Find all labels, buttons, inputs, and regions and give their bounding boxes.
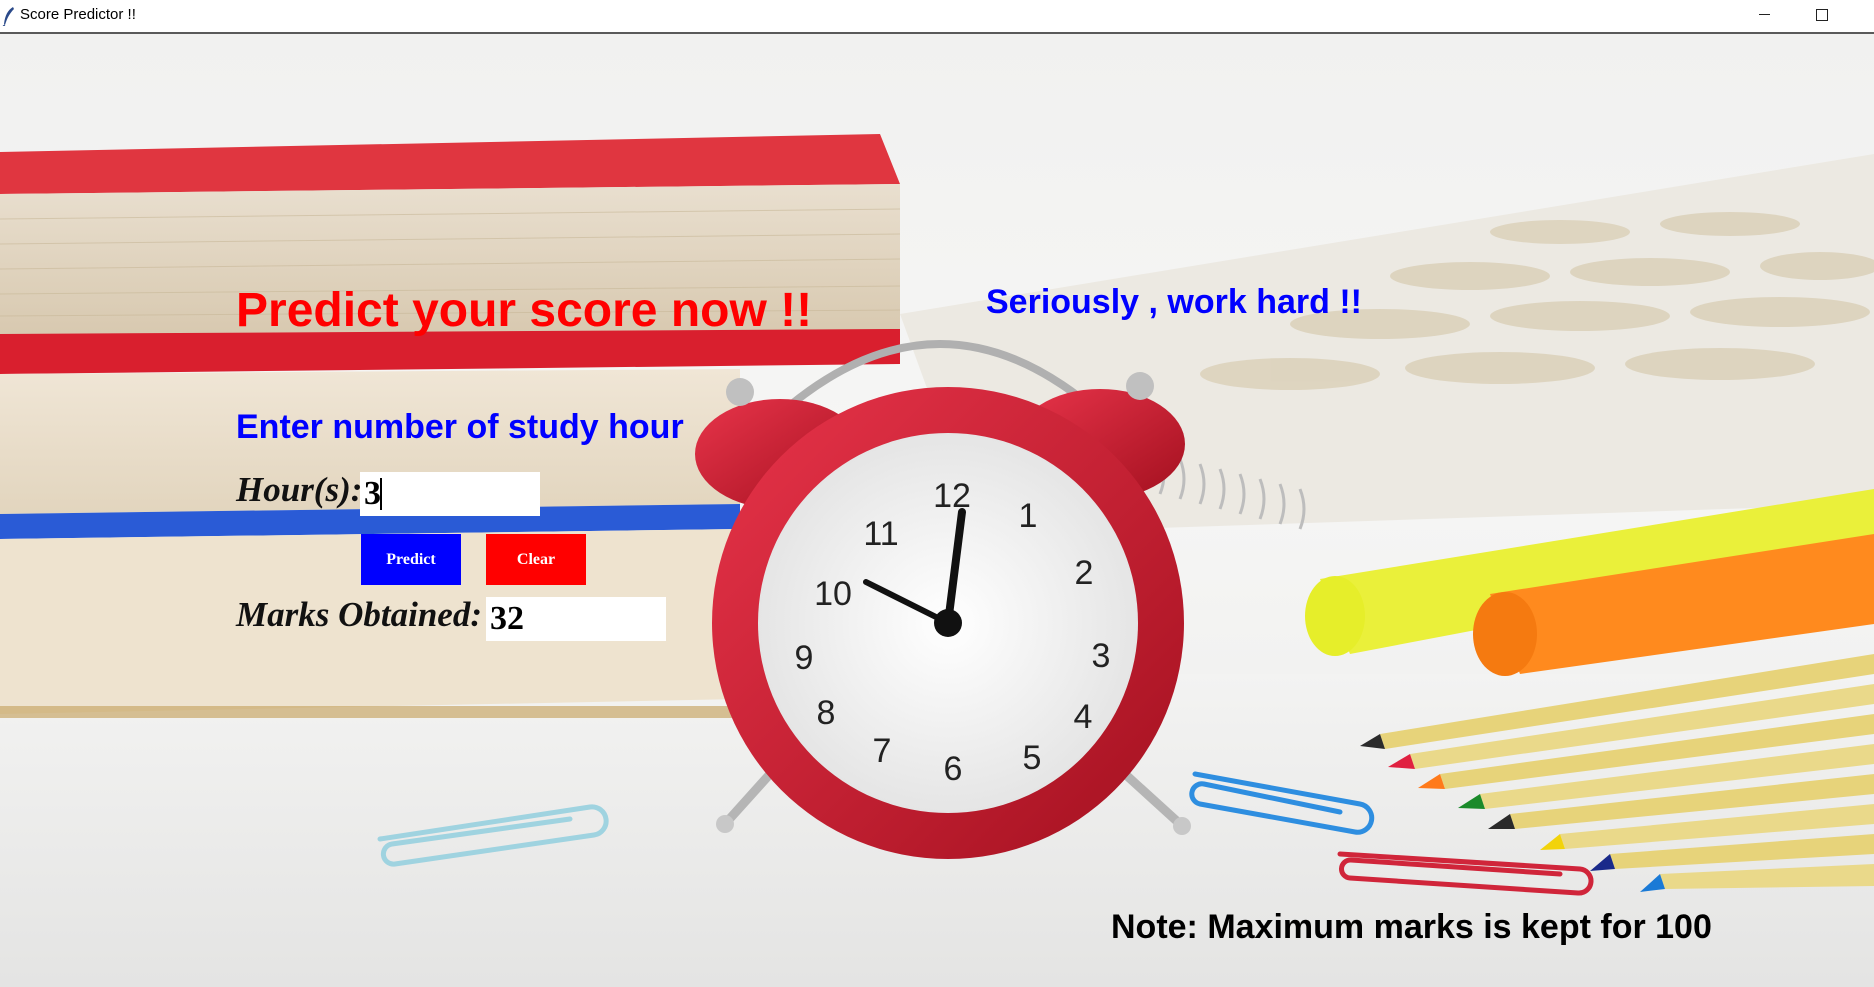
background-illustration: 12 1 2 3 4 5 6 7 8 9 10 11: [0, 134, 1874, 987]
marks-label: Marks Obtained:: [236, 595, 482, 634]
hours-prompt: Enter number of study hour: [236, 408, 684, 446]
clock-number: 11: [863, 515, 898, 553]
clock-number: 5: [1023, 739, 1042, 777]
marks-output[interactable]: [486, 597, 666, 641]
clock-number: 12: [933, 477, 971, 515]
motivation-text: Seriously , work hard !!: [986, 283, 1362, 321]
clock-number: 8: [817, 694, 836, 732]
app-window: Score Predictor !! 12 1 2 3 4 5 6 7 8 9 …: [0, 0, 1874, 987]
maximize-button[interactable]: [1792, 0, 1850, 32]
clear-button[interactable]: Clear: [486, 534, 586, 585]
note-text: Note: Maximum marks is kept for 100: [1111, 908, 1712, 946]
clock-number: 10: [814, 575, 852, 613]
feather-icon: [2, 7, 14, 26]
page-title: Predict your score now !!: [236, 284, 813, 337]
clock-number: 3: [1092, 637, 1111, 675]
maximize-icon: [1816, 9, 1828, 21]
clock-number: 4: [1074, 698, 1093, 736]
clock-number: 1: [1019, 497, 1038, 535]
minimize-icon: [1759, 14, 1770, 15]
minimize-button[interactable]: [1735, 0, 1793, 32]
window-title: Score Predictor !!: [20, 6, 136, 23]
clock-number: 7: [873, 732, 892, 770]
title-bar: Score Predictor !!: [0, 0, 1874, 34]
hours-input[interactable]: [360, 472, 540, 516]
background-image: 12 1 2 3 4 5 6 7 8 9 10 11: [0, 34, 1874, 987]
clock-number: 2: [1075, 554, 1094, 592]
predict-button[interactable]: Predict: [361, 534, 461, 585]
clock-number: 6: [944, 750, 963, 788]
clock-number: 9: [795, 639, 814, 677]
hours-label: Hour(s):: [236, 470, 363, 509]
text-cursor: [380, 478, 382, 510]
